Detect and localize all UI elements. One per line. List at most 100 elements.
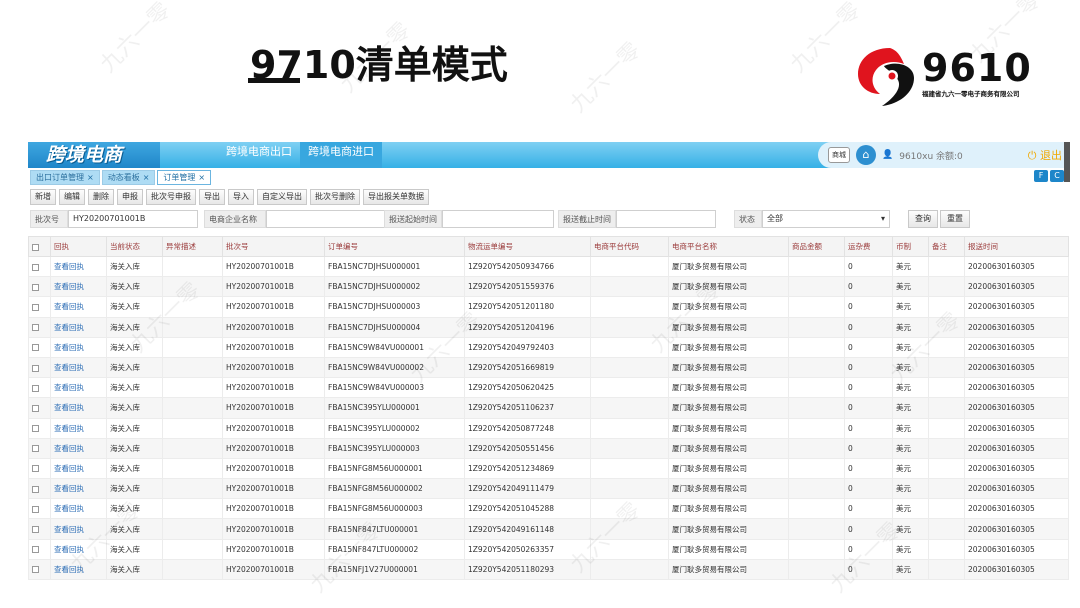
row-checkbox[interactable] [28,538,51,560]
row-checkbox[interactable] [28,336,51,358]
receipt-link[interactable]: 查看回执 [54,484,84,493]
column-header[interactable]: 运杂费 [844,236,893,257]
column-header[interactable]: 批次号 [222,236,325,257]
column-header[interactable]: 当前状态 [106,236,163,257]
receipt-link[interactable]: 查看回执 [54,282,84,291]
custom-export-button[interactable]: 自定义导出 [257,189,307,205]
company-input[interactable] [266,210,390,228]
query-button[interactable]: 查询 [908,210,938,228]
view-receipt-link[interactable]: 查看回执 [50,498,107,520]
batch-delete-button[interactable]: 批次号删除 [310,189,360,205]
receipt-link[interactable]: 查看回执 [54,343,84,352]
column-header[interactable]: 物流运单编号 [464,236,591,257]
table-row[interactable]: 查看回执 海关入库 HY20200701001B FBA15NFG8M56U00000… [28,498,1069,520]
edit-button[interactable]: 编辑 [59,189,85,205]
receipt-link[interactable]: 查看回执 [54,302,84,311]
row-checkbox[interactable] [28,478,51,500]
table-row[interactable]: 查看回执 海关入库 HY20200701001B FBA15NFG8M56U00000… [28,478,1069,500]
receipt-link[interactable]: 查看回执 [54,403,84,412]
refresh-icon[interactable]: C [1050,170,1064,182]
table-row[interactable]: 查看回执 海关入库 HY20200701001B FBA15NC7DJHSU00000… [28,296,1069,318]
column-header[interactable]: 备注 [928,236,965,257]
view-receipt-link[interactable]: 查看回执 [50,457,107,480]
table-row[interactable]: 查看回执 海关入库 HY20200701001B FBA15NFG8M56U00000… [28,457,1069,480]
table-row[interactable]: 查看回执 海关入库 HY20200701001B FBA15NC7DJHSU00000… [28,276,1069,298]
row-checkbox[interactable] [28,377,51,399]
tab-order-management[interactable]: 订单管理 × [157,170,212,185]
nav-export[interactable]: 跨境电商出口 [218,142,300,168]
column-header[interactable]: 回执 [50,236,107,257]
mall-button[interactable]: 商城 [828,147,850,163]
table-row[interactable]: 查看回执 海关入库 HY20200701001B FBA15NC395YLU00000… [28,437,1069,459]
column-header[interactable]: 报送时间 [964,236,1069,257]
table-row[interactable]: 查看回执 海关入库 HY20200701001B FBA15NF847LTU00000… [28,538,1069,560]
view-receipt-link[interactable]: 查看回执 [50,538,107,560]
logout-button[interactable]: ⏻ 退出 [1028,147,1062,163]
receipt-link[interactable]: 查看回执 [54,383,84,392]
receipt-link[interactable]: 查看回执 [54,504,84,513]
status-select[interactable]: 全部 ▾ [762,210,890,228]
table-row[interactable]: 查看回执 海关入库 HY20200701001B FBA15NC9W84VU00000… [28,377,1069,399]
receipt-link[interactable]: 查看回执 [54,464,84,473]
receipt-link[interactable]: 查看回执 [54,424,84,433]
export-button[interactable]: 导出 [199,189,225,205]
column-header[interactable]: 电商平台名称 [668,236,789,257]
reset-button[interactable]: 重置 [940,210,970,228]
export-customs-data-button[interactable]: 导出报关单数据 [363,189,429,205]
receipt-link[interactable]: 查看回执 [54,545,84,554]
import-button[interactable]: 导入 [228,189,254,205]
table-row[interactable]: 查看回执 海关入库 HY20200701001B FBA15NFJ1V27U00000… [28,558,1069,581]
table-row[interactable]: 查看回执 海关入库 HY20200701001B FBA15NF847LTU00000… [28,518,1069,540]
declare-button[interactable]: 申报 [117,189,143,205]
row-checkbox[interactable] [28,518,51,540]
select-all-checkbox[interactable] [28,236,51,257]
receipt-link[interactable]: 查看回执 [54,565,84,574]
row-checkbox[interactable] [28,296,51,318]
view-receipt-link[interactable]: 查看回执 [50,437,107,459]
receipt-link[interactable]: 查看回执 [54,262,84,271]
fullscreen-icon[interactable]: F [1034,170,1048,182]
receipt-link[interactable]: 查看回执 [54,323,84,332]
view-receipt-link[interactable]: 查看回执 [50,518,107,540]
view-receipt-link[interactable]: 查看回执 [50,377,107,399]
batch-input[interactable]: HY20200701001B [68,210,198,228]
receipt-link[interactable]: 查看回执 [54,444,84,453]
row-checkbox[interactable] [28,397,51,419]
add-button[interactable]: 新增 [30,189,56,205]
column-header[interactable]: 币制 [892,236,929,257]
table-row[interactable]: 查看回执 海关入库 HY20200701001B FBA15NC395YLU00000… [28,397,1069,419]
home-icon[interactable]: ⌂ [856,145,876,165]
close-icon[interactable]: × [87,173,94,182]
view-receipt-link[interactable]: 查看回执 [50,336,107,358]
view-receipt-link[interactable]: 查看回执 [50,397,107,419]
table-row[interactable]: 查看回执 海关入库 HY20200701001B FBA15NC7DJHSU00000… [28,255,1069,278]
column-header[interactable]: 商品金额 [788,236,845,257]
table-row[interactable]: 查看回执 海关入库 HY20200701001B FBA15NC9W84VU00000… [28,356,1069,379]
row-checkbox[interactable] [28,356,51,379]
row-checkbox[interactable] [28,437,51,459]
view-receipt-link[interactable]: 查看回执 [50,417,107,439]
row-checkbox[interactable] [28,498,51,520]
close-icon[interactable]: × [198,173,205,182]
row-checkbox[interactable] [28,255,51,278]
nav-import[interactable]: 跨境电商进口 [300,142,382,168]
delete-button[interactable]: 删除 [88,189,114,205]
view-receipt-link[interactable]: 查看回执 [50,255,107,278]
receipt-link[interactable]: 查看回执 [54,525,84,534]
view-receipt-link[interactable]: 查看回执 [50,316,107,338]
tab-export-orders[interactable]: 出口订单管理 × [30,170,100,185]
view-receipt-link[interactable]: 查看回执 [50,356,107,379]
row-checkbox[interactable] [28,316,51,338]
table-row[interactable]: 查看回执 海关入库 HY20200701001B FBA15NC395YLU00000… [28,417,1069,439]
view-receipt-link[interactable]: 查看回执 [50,478,107,500]
row-checkbox[interactable] [28,276,51,298]
row-checkbox[interactable] [28,417,51,439]
view-receipt-link[interactable]: 查看回执 [50,276,107,298]
start-time-input[interactable] [442,210,554,228]
column-header[interactable]: 订单编号 [324,236,465,257]
table-row[interactable]: 查看回执 海关入库 HY20200701001B FBA15NC7DJHSU00000… [28,316,1069,338]
batch-declare-button[interactable]: 批次号申报 [146,189,196,205]
row-checkbox[interactable] [28,457,51,480]
view-receipt-link[interactable]: 查看回执 [50,296,107,318]
tab-dashboard[interactable]: 动态看板 × [101,170,156,185]
